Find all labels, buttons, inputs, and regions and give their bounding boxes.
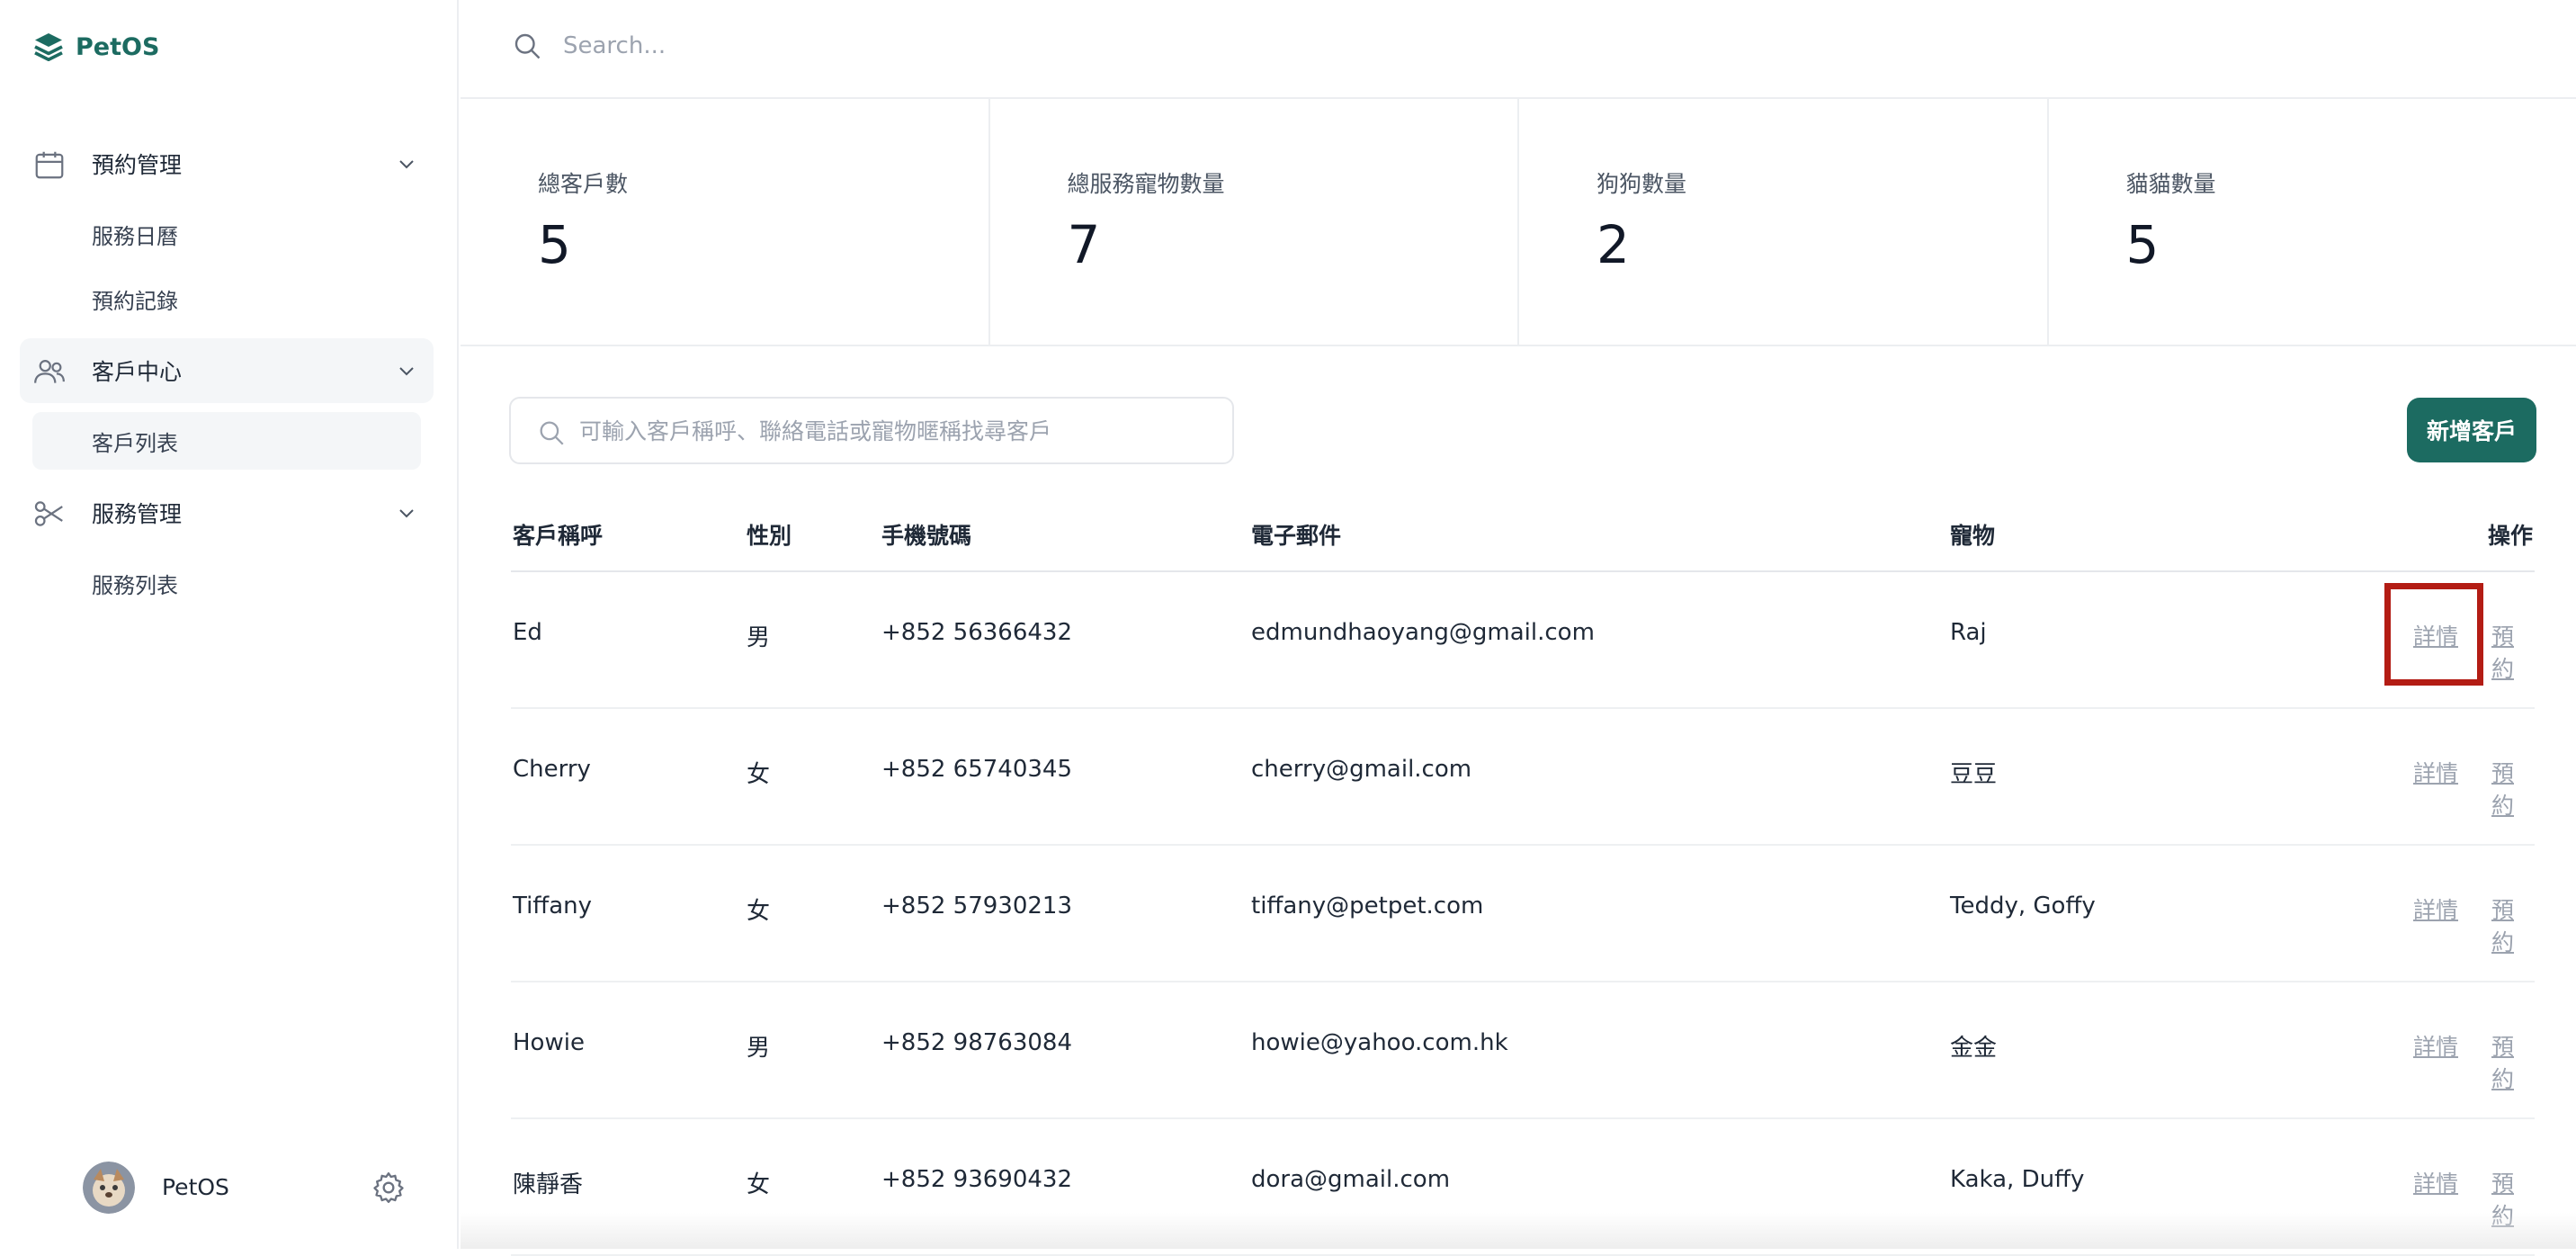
stat-label: 總服務寵物數量	[1068, 166, 1225, 199]
scissors-icon	[32, 497, 67, 531]
sidebar-item-label: 預約記錄	[92, 283, 178, 315]
nav-group-label: 服務管理	[92, 497, 182, 529]
cell-gender: 男	[747, 619, 770, 652]
add-customer-button[interactable]: 新增客戶	[2407, 398, 2536, 462]
stat-total-customers: 總客戶數 5	[461, 99, 990, 345]
stat-label: 貓貓數量	[2126, 166, 2216, 199]
brand-name: PetOS	[76, 33, 159, 61]
column-header-action: 操作	[2488, 518, 2533, 551]
table-row: 陳靜香 女 +852 93690432 dora@gmail.com Kaka,…	[511, 1119, 2535, 1256]
sidebar-item-service-list[interactable]: 服務列表	[32, 554, 421, 612]
chevron-down-icon	[396, 360, 417, 381]
cell-gender: 女	[747, 1166, 770, 1199]
book-link[interactable]: 預約	[2491, 1166, 2535, 1231]
cell-pet: Raj	[1950, 619, 1987, 646]
stats-panel: 總客戶數 5 總服務寵物數量 7 狗狗數量 2 貓貓數量 5	[461, 99, 2576, 346]
cell-name: 陳靜香	[513, 1166, 583, 1199]
table-row: Tiffany 女 +852 57930213 tiffany@petpet.c…	[511, 846, 2535, 982]
book-link[interactable]: 預約	[2491, 619, 2535, 684]
cell-phone: +852 93690432	[881, 1166, 1072, 1193]
cell-pet: Teddy, Goffy	[1950, 893, 2096, 920]
column-header-email: 電子郵件	[1251, 518, 1341, 551]
gear-icon[interactable]	[371, 1170, 407, 1206]
nav-group-label: 預約管理	[92, 148, 182, 180]
avatar[interactable]	[83, 1162, 135, 1214]
sidebar: PetOS 預約管理 服務日曆 預約記錄 客戶中心 客戶列表	[0, 0, 459, 1249]
stat-cat-count: 貓貓數量 5	[2049, 99, 2576, 345]
user-bar: PetOS	[83, 1162, 416, 1216]
detail-link[interactable]: 詳情	[2413, 893, 2458, 925]
cell-phone: +852 98763084	[881, 1029, 1072, 1056]
search-icon	[511, 30, 543, 62]
customer-filter	[509, 397, 1234, 464]
calendar-icon	[32, 148, 67, 182]
customer-table: 客戶稱呼 性別 手機號碼 電子郵件 寵物 操作 Ed 男 +852 563664…	[511, 502, 2535, 1256]
stat-label: 總客戶數	[538, 166, 628, 199]
cell-phone: +852 65740345	[881, 756, 1072, 783]
cell-gender: 女	[747, 756, 770, 789]
sidebar-item-label: 客戶列表	[92, 426, 178, 457]
cell-email: cherry@gmail.com	[1251, 756, 1471, 783]
stat-value: 5	[538, 214, 571, 275]
cell-gender: 男	[747, 1029, 770, 1063]
column-header-pet: 寵物	[1950, 518, 1995, 551]
cell-pet: Kaka, Duffy	[1950, 1166, 2084, 1193]
column-header-gender: 性別	[747, 518, 792, 551]
detail-link[interactable]: 詳情	[2413, 619, 2458, 651]
nav-group-appointments[interactable]: 預約管理	[20, 131, 434, 196]
book-link[interactable]: 預約	[2491, 1029, 2535, 1094]
sidebar-item-appointment-records[interactable]: 預約記錄	[32, 270, 421, 327]
cell-name: Cherry	[513, 756, 591, 783]
cell-gender: 女	[747, 893, 770, 926]
customer-search-input[interactable]	[577, 408, 1207, 454]
cell-email: dora@gmail.com	[1251, 1166, 1450, 1193]
global-search-input[interactable]	[561, 23, 1371, 68]
cell-pet: 豆豆	[1950, 756, 1997, 789]
sidebar-item-label: 服務日曆	[92, 219, 178, 250]
stat-value: 5	[2126, 214, 2160, 275]
cell-email: edmundhaoyang@gmail.com	[1251, 619, 1595, 646]
detail-link[interactable]: 詳情	[2413, 756, 2458, 788]
cell-name: Howie	[513, 1029, 585, 1056]
stat-total-pets: 總服務寵物數量 7	[990, 99, 1520, 345]
stat-value: 7	[1068, 214, 1101, 275]
cell-phone: +852 57930213	[881, 893, 1072, 920]
cell-pet: 金金	[1950, 1029, 1997, 1063]
layers-logo-icon	[32, 31, 65, 63]
cell-email: howie@yahoo.com.hk	[1251, 1029, 1508, 1056]
sidebar-item-service-calendar[interactable]: 服務日曆	[32, 205, 421, 263]
chevron-down-icon	[396, 502, 417, 524]
cell-phone: +852 56366432	[881, 619, 1072, 646]
cell-name: Ed	[513, 619, 542, 646]
table-row: Cherry 女 +852 65740345 cherry@gmail.com …	[511, 709, 2535, 846]
book-link[interactable]: 預約	[2491, 756, 2535, 821]
chevron-down-icon	[396, 153, 417, 175]
user-name: PetOS	[162, 1174, 229, 1200]
detail-link[interactable]: 詳情	[2413, 1029, 2458, 1062]
cell-email: tiffany@petpet.com	[1251, 893, 1483, 920]
stat-dog-count: 狗狗數量 2	[1519, 99, 2049, 345]
nav-group-label: 客戶中心	[92, 354, 182, 387]
column-header-phone: 手機號碼	[881, 518, 971, 551]
nav-group-customer-center[interactable]: 客戶中心	[20, 338, 434, 403]
table-row: Howie 男 +852 98763084 howie@yahoo.com.hk…	[511, 982, 2535, 1119]
stat-value: 2	[1597, 214, 1630, 275]
column-header-name: 客戶稱呼	[513, 518, 603, 551]
nav-group-service-management[interactable]: 服務管理	[20, 480, 434, 545]
detail-link[interactable]: 詳情	[2413, 1166, 2458, 1198]
search-icon	[536, 417, 567, 448]
brand[interactable]: PetOS	[32, 29, 159, 65]
users-icon	[32, 354, 67, 389]
cell-name: Tiffany	[513, 893, 592, 920]
sidebar-item-customer-list[interactable]: 客戶列表	[32, 412, 421, 470]
sidebar-item-label: 服務列表	[92, 568, 178, 599]
table-header: 客戶稱呼 性別 手機號碼 電子郵件 寵物 操作	[511, 502, 2535, 572]
table-row: Ed 男 +852 56366432 edmundhaoyang@gmail.c…	[511, 572, 2535, 709]
book-link[interactable]: 預約	[2491, 893, 2535, 957]
topbar	[461, 0, 2576, 99]
stat-label: 狗狗數量	[1597, 166, 1686, 199]
